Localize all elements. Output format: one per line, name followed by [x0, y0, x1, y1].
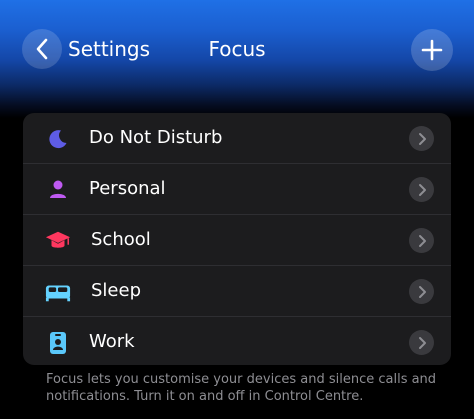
focus-item-sleep[interactable]: Sleep	[23, 266, 451, 317]
add-focus-button[interactable]	[411, 29, 453, 71]
chevron-right-icon	[409, 126, 434, 151]
focus-item-label: Do Not Disturb	[89, 127, 223, 148]
focus-list: Do Not Disturb Personal School Sleep Wor…	[23, 113, 451, 365]
focus-settings-screen: Settings Focus Do Not Disturb Personal S…	[0, 0, 474, 419]
chevron-right-icon	[409, 228, 434, 253]
page-title: Focus	[208, 37, 266, 61]
chevron-right-icon	[409, 177, 434, 202]
navigation-bar: Settings Focus	[0, 0, 474, 100]
plus-icon	[421, 39, 443, 61]
id-badge-icon	[45, 330, 71, 356]
chevron-right-icon	[409, 330, 434, 355]
focus-item-label: Personal	[89, 178, 166, 199]
focus-item-school[interactable]: School	[23, 215, 451, 266]
person-icon	[45, 177, 71, 203]
chevron-right-icon	[409, 279, 434, 304]
graduation-cap-icon	[45, 228, 71, 254]
moon-icon	[45, 126, 71, 152]
focus-footer-note: Focus lets you customise your devices an…	[46, 372, 437, 404]
focus-item-do-not-disturb[interactable]: Do Not Disturb	[23, 113, 451, 164]
focus-item-label: Sleep	[91, 280, 142, 301]
focus-item-label: School	[91, 229, 151, 250]
focus-item-label: Work	[89, 331, 135, 352]
focus-item-personal[interactable]: Personal	[23, 164, 451, 215]
focus-item-work[interactable]: Work	[23, 317, 451, 365]
bed-icon	[45, 279, 71, 305]
